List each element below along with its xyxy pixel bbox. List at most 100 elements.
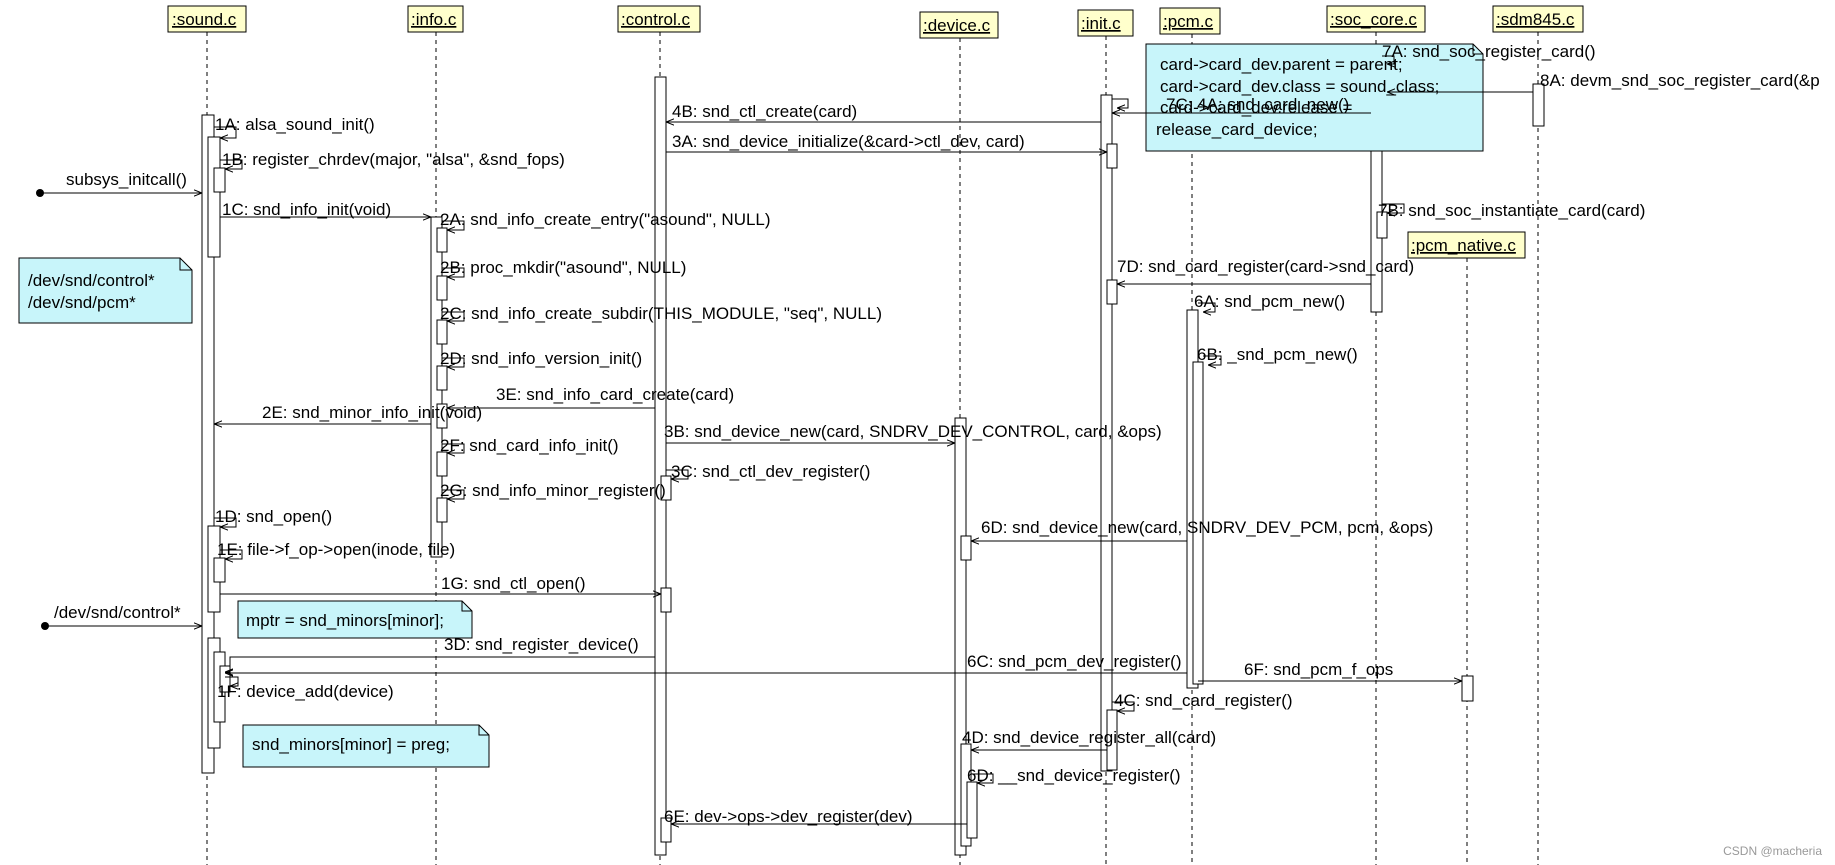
message-label: 7A: snd_soc_register_card() bbox=[1382, 42, 1596, 61]
message-6C: 6C: snd_pcm_dev_register() bbox=[225, 652, 1187, 673]
message-4D: 4D: snd_device_register_all(card) bbox=[962, 728, 1216, 750]
lifeline-label: :init.c bbox=[1081, 14, 1121, 33]
message-label: 3B: snd_device_new(card, SNDRV_DEV_CONTR… bbox=[664, 422, 1162, 441]
note-line: /dev/snd/control* bbox=[28, 271, 155, 290]
lifeline-label: :pcm.c bbox=[1163, 12, 1214, 31]
message-label: 1D: snd_open() bbox=[215, 507, 332, 526]
note-dev-nodes: /dev/snd/control* /dev/snd/pcm* bbox=[18, 257, 193, 324]
note-line: card->card_dev.class = sound_class; bbox=[1160, 77, 1439, 96]
activation-bar bbox=[1106, 143, 1118, 169]
note-line: /dev/snd/pcm* bbox=[28, 293, 136, 312]
lifeline-pcm-native[interactable]: :pcm_native.c bbox=[1407, 231, 1526, 865]
activation-bar bbox=[1106, 279, 1118, 305]
note-line: card->card_dev.parent = parent; bbox=[1160, 55, 1403, 74]
message-3D: 3D: snd_register_device() bbox=[225, 635, 655, 672]
message-3C: 3C: snd_ctl_dev_register() bbox=[666, 462, 870, 481]
message-label: 3A: snd_device_initialize(&card->ctl_dev… bbox=[672, 132, 1025, 151]
message-label: 1E: file->f_op->open(inode, file) bbox=[217, 540, 455, 559]
message-6A: 6A: snd_pcm_new() bbox=[1194, 292, 1345, 312]
message-label: 1B: register_chrdev(major, "alsa", &snd_… bbox=[222, 150, 565, 169]
message-label: 4D: snd_device_register_all(card) bbox=[962, 728, 1216, 747]
message-label: 6B: _snd_pcm_new() bbox=[1197, 345, 1358, 364]
lifeline-label: :info.c bbox=[411, 10, 457, 29]
lifeline-label: :soc_core.c bbox=[1330, 10, 1417, 29]
activation-bar bbox=[966, 781, 978, 839]
lifeline-label: :sdm845.c bbox=[1496, 10, 1575, 29]
activation-bar bbox=[436, 319, 448, 345]
message-label: 4B: snd_ctl_create(card) bbox=[672, 102, 857, 121]
message-7A: 7A: snd_soc_register_card() bbox=[1382, 42, 1596, 64]
sequence-diagram: :sound.c :info.c :control.c :device.c :i… bbox=[18, 5, 1822, 865]
activation-bar bbox=[1532, 83, 1545, 127]
message-init-self bbox=[1112, 98, 1129, 108]
message-3A: 3A: snd_device_initialize(&card->ctl_dev… bbox=[666, 132, 1107, 152]
message-7B: 7B: snd_soc_instantiate_card(card) bbox=[1378, 201, 1645, 220]
message-label: 3D: snd_register_device() bbox=[444, 635, 639, 654]
message-label: 1C: snd_info_init(void) bbox=[222, 200, 391, 219]
message-1A: 1A: alsa_sound_init() bbox=[214, 115, 375, 138]
activation-bar bbox=[213, 167, 226, 193]
message-label: 6D: snd_device_new(card, SNDRV_DEV_PCM, … bbox=[981, 518, 1433, 537]
activation-bar bbox=[654, 76, 667, 856]
note-snd-minors: snd_minors[minor] = preg; bbox=[242, 724, 490, 768]
entry-subsys-initcall: subsys_initcall() bbox=[36, 170, 202, 197]
message-label: 2E: snd_minor_info_init(void) bbox=[262, 403, 482, 422]
message-6E: 6E: dev->ops->dev_register(dev) bbox=[664, 807, 967, 826]
message-label: 3C: snd_ctl_dev_register() bbox=[671, 462, 870, 481]
message-label: 2B: proc_mkdir("asound", NULL) bbox=[440, 258, 686, 277]
lifeline-label: :pcm_native.c bbox=[1411, 236, 1516, 255]
activation-bar bbox=[436, 227, 448, 253]
activation-bar bbox=[207, 136, 221, 258]
message-label: 8A: devm_snd_soc_register_card(&p bbox=[1540, 71, 1820, 90]
activation-bar bbox=[213, 557, 226, 583]
message-1B: 1B: register_chrdev(major, "alsa", &snd_… bbox=[220, 150, 565, 169]
entry-dev-snd-control: /dev/snd/control* bbox=[41, 603, 202, 630]
message-label: 6E: dev->ops->dev_register(dev) bbox=[664, 807, 913, 826]
message-label: subsys_initcall() bbox=[66, 170, 187, 189]
message-6F: 6F: snd_pcm_f_ops bbox=[1198, 660, 1462, 681]
note-mptr: mptr = snd_minors[minor]; bbox=[237, 600, 473, 639]
message-label: /dev/snd/control* bbox=[54, 603, 181, 622]
message-7D: 7D: snd_card_register(card->snd_card) bbox=[1117, 257, 1414, 284]
activation-bar bbox=[1461, 675, 1474, 702]
activation-bar bbox=[436, 275, 448, 301]
message-label: 7D: snd_card_register(card->snd_card) bbox=[1117, 257, 1414, 276]
message-1C: 1C: snd_info_init(void) bbox=[220, 200, 431, 219]
note-line: mptr = snd_minors[minor]; bbox=[246, 611, 444, 630]
message-label: 6A: snd_pcm_new() bbox=[1194, 292, 1345, 311]
message-label: 2F: snd_card_info_init() bbox=[440, 436, 619, 455]
message-label: 2A: snd_info_create_entry("asound", NULL… bbox=[440, 210, 771, 229]
lifeline-label: :control.c bbox=[621, 10, 690, 29]
activation-bar bbox=[436, 451, 448, 477]
message-label: 3E: snd_info_card_create(card) bbox=[496, 385, 734, 404]
activation-bar bbox=[436, 365, 448, 391]
message-1F: 1F: device_add(device) bbox=[217, 676, 394, 701]
message-2D: 2D: snd_info_version_init() bbox=[440, 349, 642, 368]
message-label: 6F: snd_pcm_f_ops bbox=[1244, 660, 1393, 679]
message-label: 6C: snd_pcm_dev_register() bbox=[967, 652, 1181, 671]
message-3E: 3E: snd_info_card_create(card) bbox=[447, 385, 734, 408]
message-2F: 2F: snd_card_info_init() bbox=[440, 436, 619, 455]
activation-bar bbox=[660, 587, 672, 613]
message-label: 7C: 4A: snd_card_new() bbox=[1166, 95, 1349, 114]
message-6D-register: 6D: __snd_device_register() bbox=[967, 766, 1181, 785]
message-label: 1F: device_add(device) bbox=[217, 682, 394, 701]
message-1G: 1G: snd_ctl_open() bbox=[220, 574, 661, 594]
lifeline-sdm845[interactable]: :sdm845.c bbox=[1492, 5, 1584, 865]
message-4C: 4C: snd_card_register() bbox=[1112, 691, 1293, 711]
message-label: 2G: snd_info_minor_register() bbox=[440, 481, 666, 500]
message-2E: 2E: snd_minor_info_init(void) bbox=[214, 403, 482, 424]
message-label: 2C: snd_info_create_subdir(THIS_MODULE, … bbox=[440, 304, 882, 323]
activation-bar bbox=[436, 497, 448, 523]
message-label: 2D: snd_info_version_init() bbox=[440, 349, 642, 368]
message-2C: 2C: snd_info_create_subdir(THIS_MODULE, … bbox=[440, 304, 882, 323]
watermark: CSDN @macheria bbox=[1723, 844, 1822, 858]
activation-bar bbox=[960, 535, 972, 561]
message-1E: 1E: file->f_op->open(inode, file) bbox=[217, 540, 455, 559]
message-label: 7B: snd_soc_instantiate_card(card) bbox=[1378, 201, 1645, 220]
message-2G: 2G: snd_info_minor_register() bbox=[440, 481, 666, 500]
message-label: 4C: snd_card_register() bbox=[1114, 691, 1293, 710]
message-1D: 1D: snd_open() bbox=[214, 507, 332, 527]
message-label: 1A: alsa_sound_init() bbox=[215, 115, 375, 134]
note-line: release_card_device; bbox=[1156, 120, 1318, 139]
